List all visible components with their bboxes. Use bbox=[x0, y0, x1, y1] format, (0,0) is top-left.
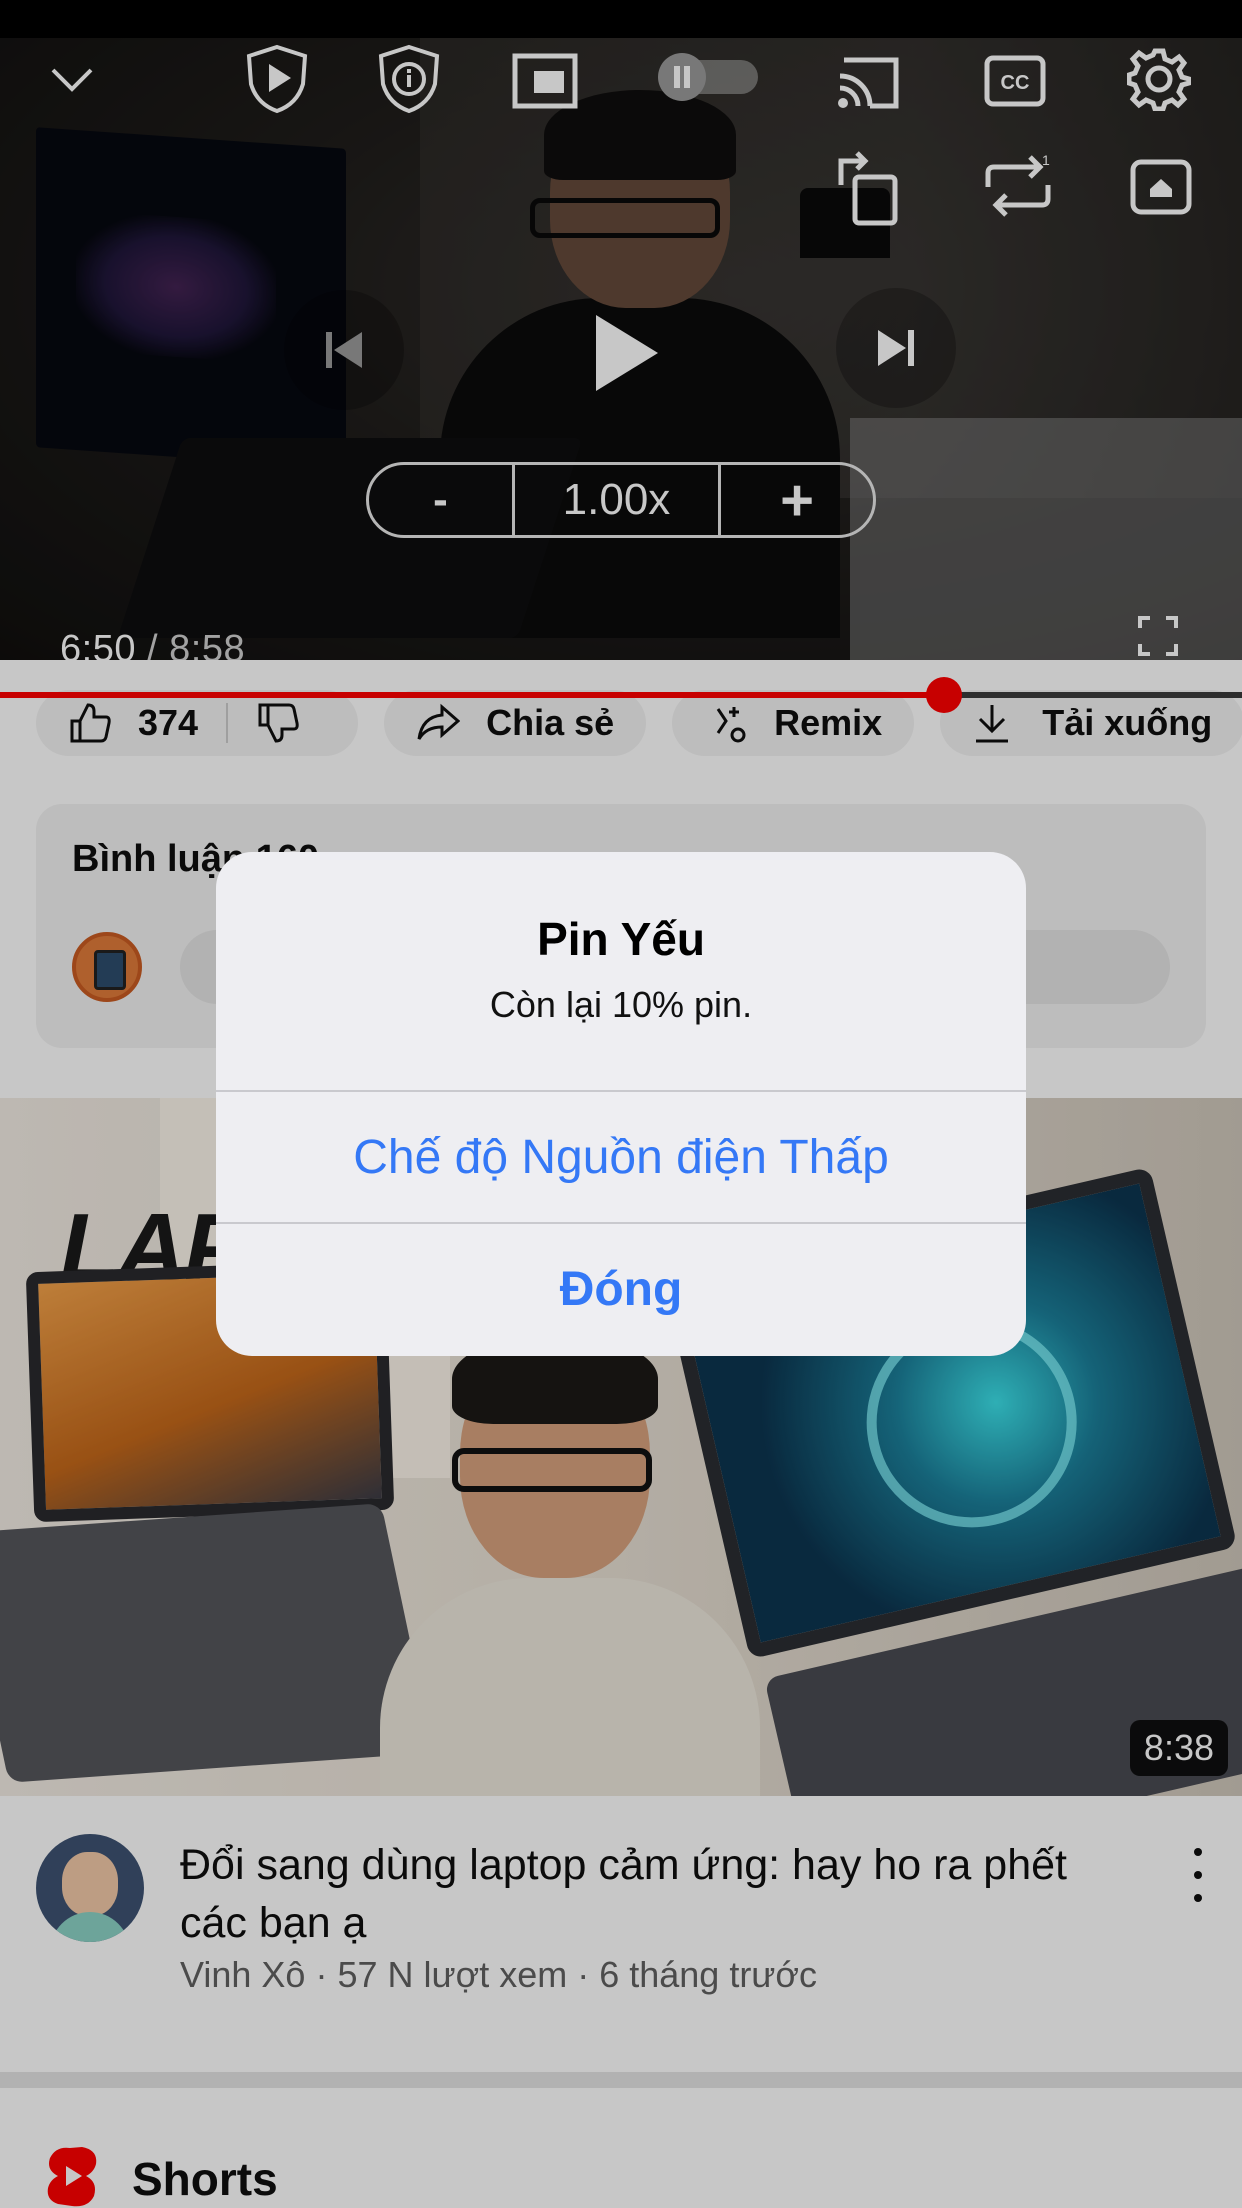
low-power-mode-button[interactable]: Chế độ Nguồn điện Thấp bbox=[216, 1090, 1026, 1222]
alert-message: Còn lại 10% pin. bbox=[489, 984, 753, 1025]
alert-body: Pin Yếu Còn lại 10% pin. bbox=[216, 852, 1026, 1090]
low-battery-alert: Pin Yếu Còn lại 10% pin. Chế độ Nguồn đi… bbox=[216, 852, 1026, 1356]
close-alert-button[interactable]: Đóng bbox=[216, 1222, 1026, 1354]
alert-title: Pin Yếu bbox=[537, 913, 705, 965]
